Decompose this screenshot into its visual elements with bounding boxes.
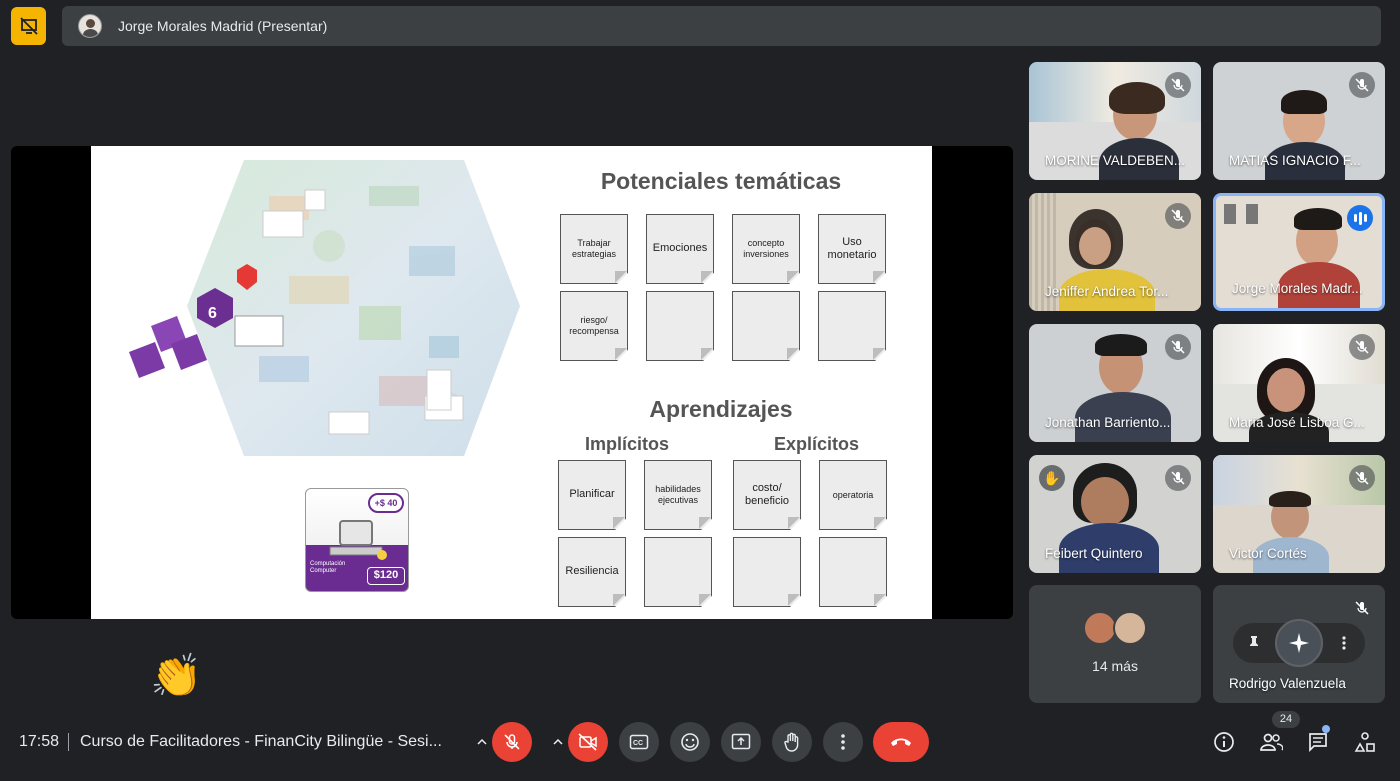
- present-button[interactable]: [721, 722, 761, 762]
- note-card: [733, 537, 801, 607]
- raise-hand-button[interactable]: [772, 722, 812, 762]
- note-card: [819, 537, 887, 607]
- mic-toggle-button[interactable]: [492, 722, 532, 762]
- note-card: concepto inversiones: [732, 214, 800, 284]
- pin-icon[interactable]: [1247, 635, 1261, 651]
- reactions-button[interactable]: [670, 722, 710, 762]
- participant-tile-active[interactable]: Jorge Morales Madr...: [1213, 193, 1385, 311]
- avatar: [1113, 611, 1147, 645]
- participant-name: MORINE VALDEBEN...: [1045, 153, 1186, 168]
- meeting-title: Curso de Facilitadores - FinanCity Bilin…: [80, 733, 442, 750]
- note-card: Planificar: [558, 460, 626, 530]
- activities-button[interactable]: [1351, 728, 1379, 756]
- participant-tile[interactable]: Jonathan Barriento...: [1029, 324, 1201, 442]
- avatar: [1083, 611, 1117, 645]
- participant-name: Jorge Morales Madr...: [1232, 281, 1363, 296]
- participant-name: Victor Cortés: [1229, 546, 1307, 561]
- more-participants-tile[interactable]: 14 más: [1029, 585, 1201, 703]
- note-card: habilidades ejecutivas: [644, 460, 712, 530]
- avatar: [78, 14, 102, 38]
- presentation-off-icon[interactable]: [11, 7, 46, 45]
- participant-name: Jonathan Barriento...: [1045, 415, 1171, 430]
- presenter-bar[interactable]: Jorge Morales Madrid (Presentar): [62, 6, 1381, 46]
- participant-name: Rodrigo Valenzuela: [1229, 676, 1346, 691]
- board-number: 6: [208, 305, 217, 322]
- chevron-up-icon[interactable]: [550, 732, 566, 752]
- presenter-name: Jorge Morales Madrid (Presentar): [118, 18, 328, 34]
- participant-name: Feibert Quintero: [1045, 546, 1143, 561]
- camera-toggle-button[interactable]: [568, 722, 608, 762]
- card-price: $120: [367, 567, 405, 585]
- present-screen-icon: [731, 733, 751, 750]
- people-icon: [1260, 733, 1283, 751]
- meeting-details-button[interactable]: [1210, 728, 1238, 756]
- divider: [68, 733, 69, 751]
- card-label: Computación Computer: [310, 561, 346, 574]
- note-card: Trabajar estrategias: [560, 214, 628, 284]
- hand-raised-icon: ✋: [1039, 465, 1065, 491]
- hand-icon: [784, 732, 799, 752]
- note-card: [646, 291, 714, 361]
- activities-icon: [1354, 732, 1375, 752]
- note-card: [732, 291, 800, 361]
- participant-tile[interactable]: MORINE VALDEBEN...: [1029, 62, 1201, 180]
- camera-off-icon: [578, 733, 597, 751]
- more-options-button[interactable]: [823, 722, 863, 762]
- more-count: 14 más: [1092, 658, 1138, 674]
- svg-text:CC: CC: [633, 740, 643, 747]
- participant-name: María José Lisboa G...: [1229, 415, 1365, 430]
- chevron-up-icon[interactable]: [474, 732, 490, 752]
- slide: 6 Potenciales temáticas Trabajar estrate…: [91, 146, 932, 619]
- clock: 17:58: [19, 733, 60, 750]
- note-card: riesgo/ recompensa: [560, 291, 628, 361]
- avatar: [1275, 619, 1323, 667]
- participant-tile[interactable]: Rodrigo Valenzuela: [1213, 585, 1385, 703]
- captions-button[interactable]: CC: [619, 722, 659, 762]
- note-card: Emociones: [646, 214, 714, 284]
- sparkle-icon: [1289, 633, 1309, 653]
- mic-off-icon: [1349, 334, 1375, 360]
- participant-tile[interactable]: Jeniffer Andrea Tor...: [1029, 193, 1201, 311]
- participant-name: MATIAS IGNACIO F...: [1229, 153, 1361, 168]
- hang-up-icon: [891, 738, 911, 746]
- note-card: Resiliencia: [558, 537, 626, 607]
- slide-title: Potenciales temáticas: [600, 168, 842, 194]
- note-card: [644, 537, 712, 607]
- participant-tile[interactable]: ✋ Feibert Quintero: [1029, 455, 1201, 573]
- people-count-badge: 24: [1272, 711, 1300, 728]
- people-button[interactable]: [1257, 728, 1285, 756]
- note-card: [818, 291, 886, 361]
- mic-off-icon: [504, 734, 520, 750]
- mic-off-icon: [1165, 72, 1191, 98]
- explicit-label: Explícitos: [774, 434, 860, 454]
- note-card: costo/ beneficio: [733, 460, 801, 530]
- note-card: operatoria: [819, 460, 887, 530]
- participant-name: Jeniffer Andrea Tor...: [1045, 284, 1169, 299]
- emoji-icon: [681, 733, 699, 751]
- chat-button[interactable]: [1304, 728, 1332, 756]
- info-icon: [1214, 732, 1234, 752]
- computer-card: +$ 40 Computación Computer $120: [305, 488, 409, 592]
- participant-tile[interactable]: María José Lisboa G...: [1213, 324, 1385, 442]
- mic-off-icon: [1165, 465, 1191, 491]
- mic-off-icon: [1349, 595, 1375, 621]
- captions-icon: CC: [629, 734, 649, 750]
- more-vert-icon: [841, 734, 845, 750]
- participant-tile[interactable]: MATIAS IGNACIO F...: [1213, 62, 1385, 180]
- speaking-indicator-icon: [1347, 205, 1373, 231]
- chat-icon: [1309, 733, 1327, 753]
- clap-reaction: 👏: [150, 652, 203, 699]
- mic-off-icon: [1165, 203, 1191, 229]
- board-illustration: 6: [129, 160, 520, 456]
- mic-off-icon: [1349, 72, 1375, 98]
- leave-call-button[interactable]: [873, 722, 929, 762]
- mic-off-icon: [1165, 334, 1191, 360]
- more-options-icon[interactable]: [1337, 635, 1351, 651]
- presentation-stage: 6 Potenciales temáticas Trabajar estrate…: [11, 146, 1013, 619]
- mic-off-icon: [1349, 465, 1375, 491]
- implicit-label: Implícitos: [585, 434, 670, 454]
- note-card: Uso monetario: [818, 214, 886, 284]
- participant-tile[interactable]: Victor Cortés: [1213, 455, 1385, 573]
- learn-title: Aprendizajes: [649, 396, 793, 422]
